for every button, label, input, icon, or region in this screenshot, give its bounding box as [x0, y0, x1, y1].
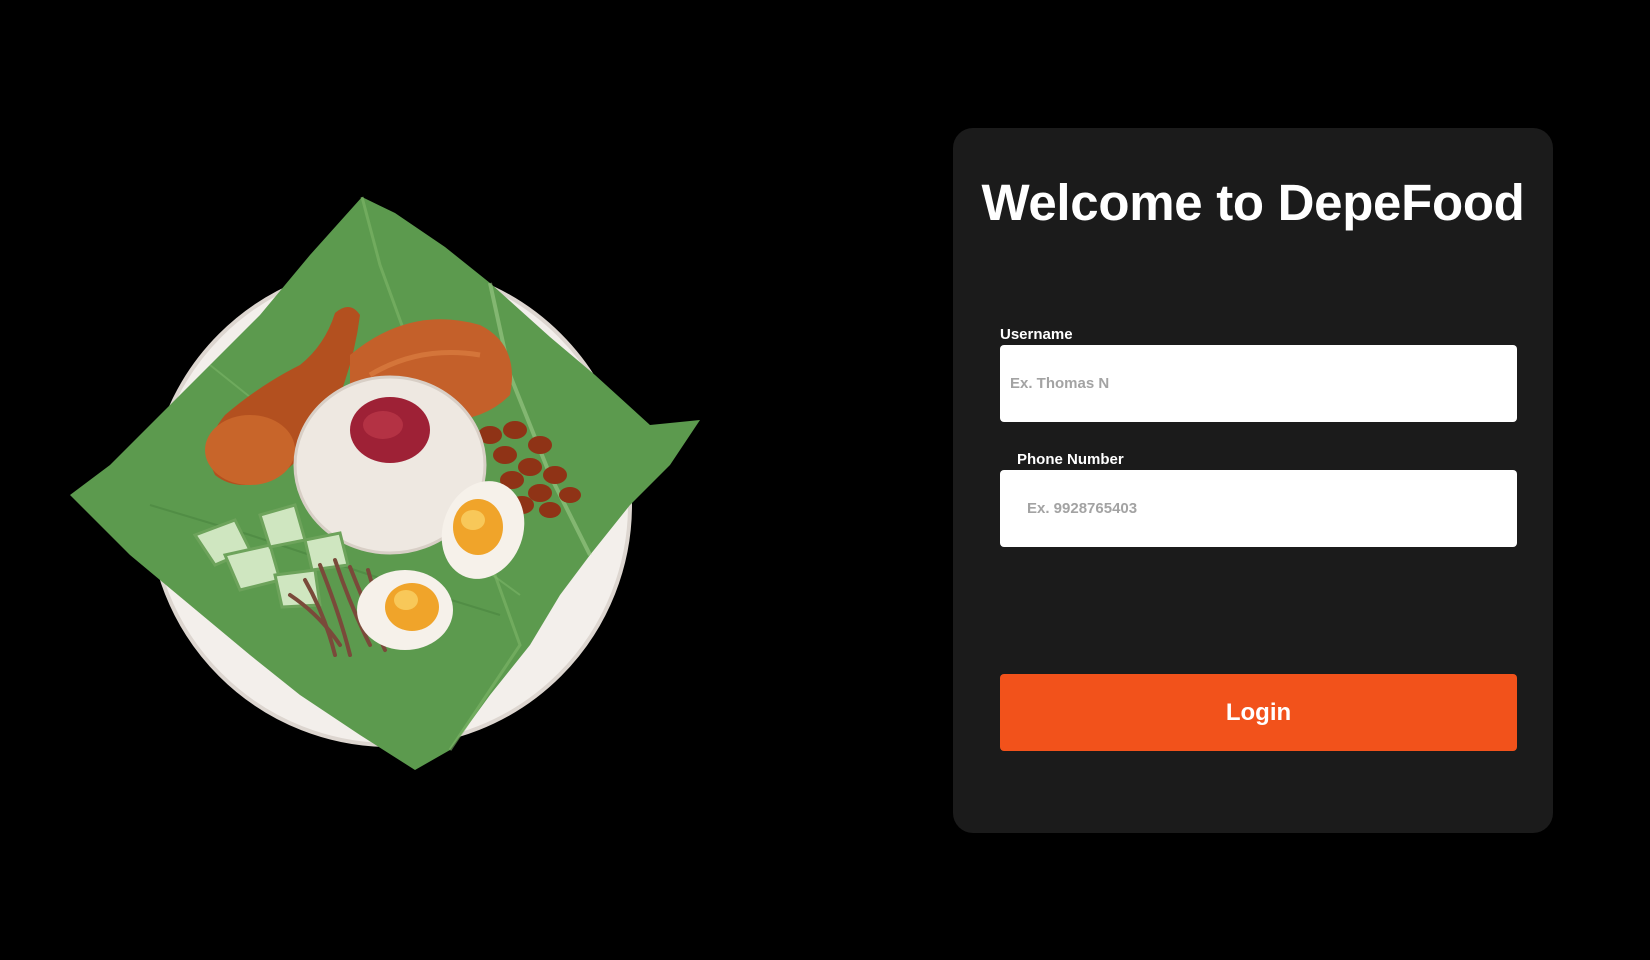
phone-number-label: Phone Number	[1017, 451, 1124, 468]
food-illustration	[50, 175, 710, 795]
username-input[interactable]	[1000, 345, 1517, 422]
login-button[interactable]: Login	[1000, 674, 1517, 751]
phone-number-input[interactable]	[1000, 470, 1517, 547]
page-title: Welcome to DepeFood	[981, 174, 1525, 231]
login-card: Welcome to DepeFood Username Phone Numbe…	[953, 128, 1553, 833]
username-label: Username	[1000, 326, 1073, 343]
